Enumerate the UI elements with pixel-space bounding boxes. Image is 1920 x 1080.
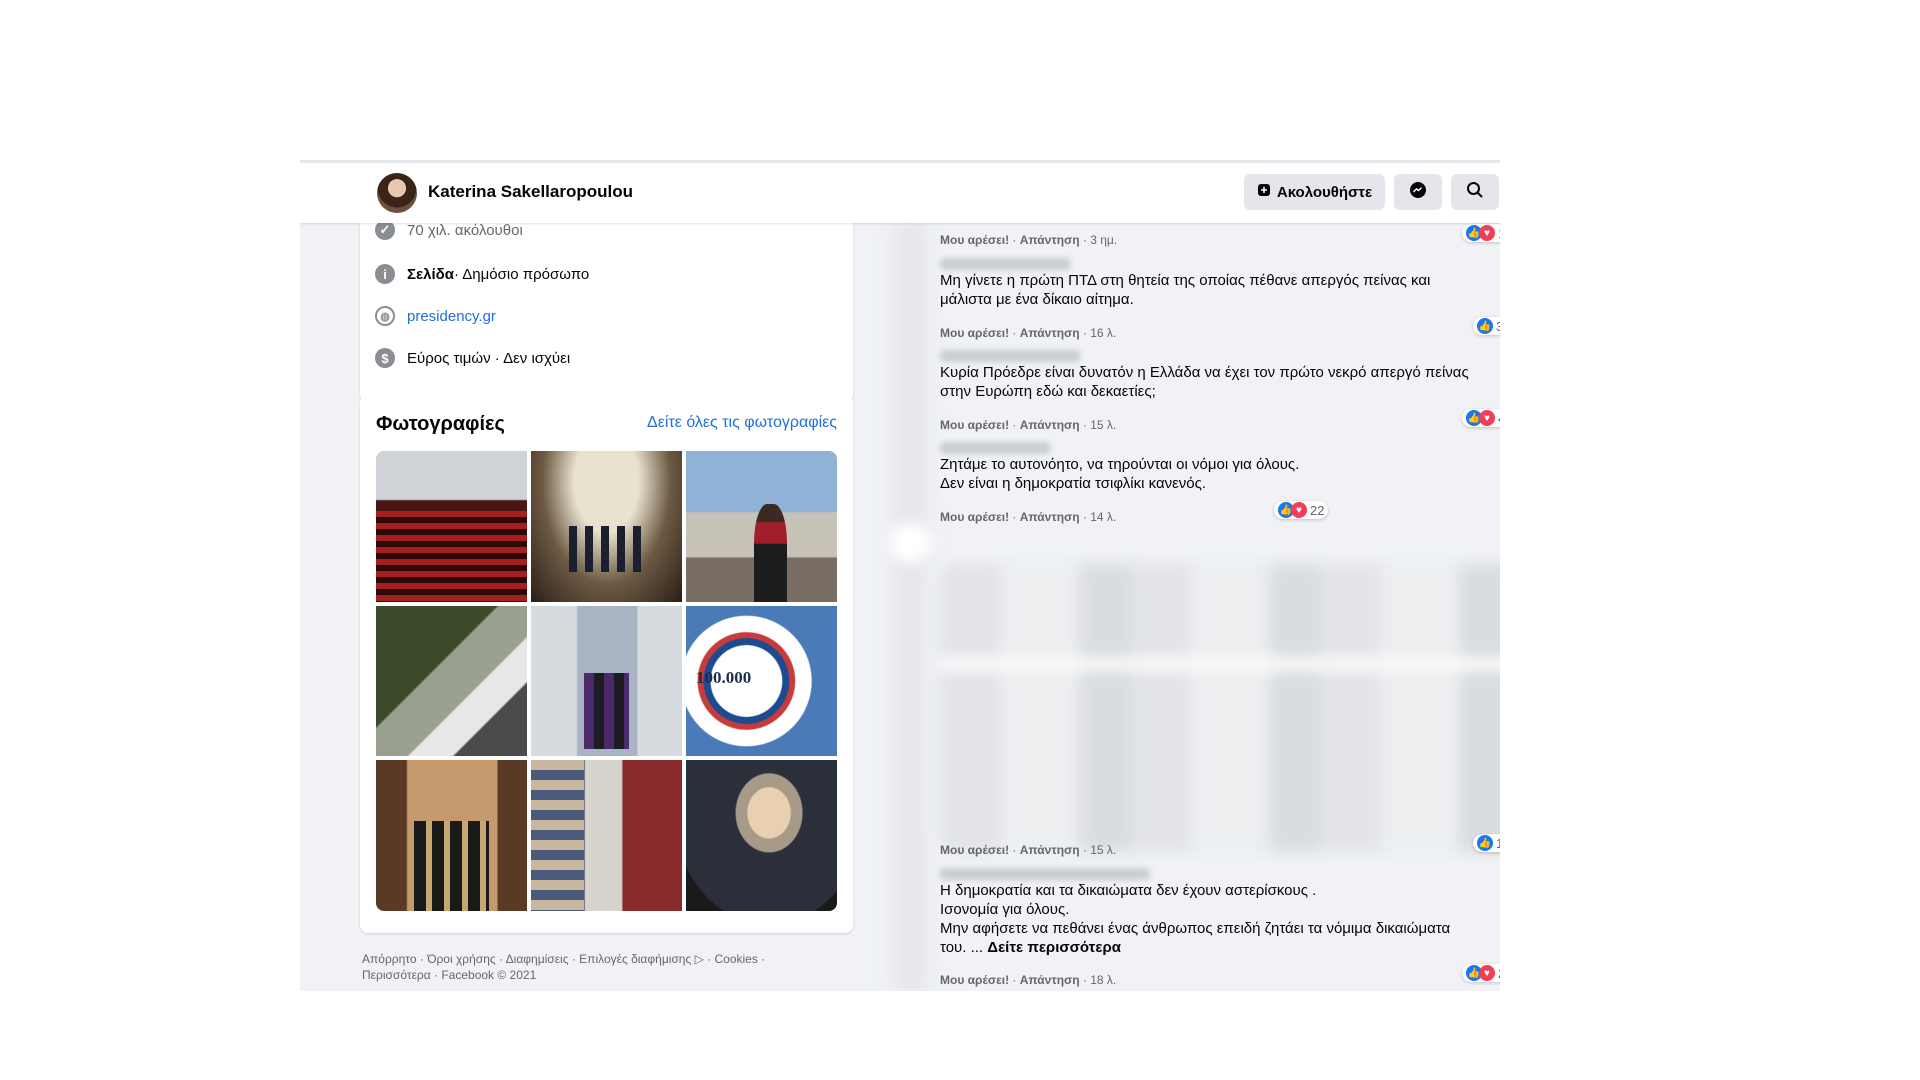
category-row: i Σελίδα · Δημόσιο πρόσωπο [375,264,589,284]
like-reaction-icon: 👍 [1477,318,1493,334]
reaction-count[interactable]: 👍♥46 [1462,409,1500,427]
comment-bubble: Μη γίνετε η πρώτη ΠΤΔ στη θητεία της οπο… [940,253,1500,315]
blurred-feed-edge [880,223,940,991]
search-button[interactable] [1451,174,1499,210]
like-link[interactable]: Μου αρέσει! [940,233,1009,247]
comment-actions: Μου αρέσει! · Απάντηση · 16 λ. [940,326,1117,340]
follow-button[interactable]: Ακολουθήστε [1244,174,1385,210]
dollar-icon: $ [375,348,395,368]
comment-author[interactable] [940,349,1488,363]
comment-actions: Μου αρέσει! · Απάντηση · 14 λ. [940,510,1117,524]
reaction-count[interactable]: 👍11 [1473,834,1500,852]
like-link[interactable]: Μου αρέσει! [940,418,1009,432]
follow-icon [1257,183,1271,201]
see-more-link[interactable]: Δείτε περισσότερα [987,939,1121,956]
globe-icon: ◍ [375,306,395,326]
comment-text: Η δημοκρατία και τα δικαιώματα δεν έχουν… [940,882,1451,956]
comment-author[interactable] [940,867,1488,881]
photo-thumbnail[interactable] [686,760,837,911]
comment-actions: Μου αρέσει! · Απάντηση · 15 λ. [940,843,1117,857]
reply-link[interactable]: Απάντηση [1020,510,1080,524]
reaction-count[interactable]: 👍♥15 [1462,224,1500,242]
page-avatar[interactable] [377,173,417,213]
messenger-button[interactable] [1394,174,1442,210]
reply-link[interactable]: Απάντηση [1020,418,1080,432]
followers-text: 70 χιλ. ακόλουθοι [407,221,523,239]
info-icon: i [375,264,395,284]
comment-text: Ζητάμε το αυτονόητο, να τηρούνται οι νόμ… [940,456,1300,492]
category-value: · Δημόσιο πρόσωπο [453,265,590,283]
reaction-count[interactable]: 👍 ♥ 22 [1274,501,1329,519]
comment-bubble: Η δημοκρατία και τα δικαιώματα δεν έχουν… [940,863,1500,963]
photo-thumbnail[interactable] [376,605,527,757]
comment-text: Μη γίνετε η πρώτη ΠΤΔ στη θητεία της οπο… [940,272,1431,308]
reply-link[interactable]: Απάντηση [1020,233,1080,247]
blurred-comment [940,563,1500,853]
reaction-count[interactable]: 👍31 [1473,317,1500,335]
comment-author[interactable] [940,441,1317,455]
like-link[interactable]: Μου αρέσει! [940,843,1009,857]
comments-section: Μου αρέσει! · Απάντηση · 3 ημ. 👍♥15 Μη γ… [940,223,1500,991]
photo-thumbnail[interactable] [376,451,527,602]
comment-time: 14 λ. [1090,510,1117,524]
love-reaction-icon: ♥ [1291,502,1307,518]
comment-bubble: Ζητάμε το αυτονόητο, να τηρούνται οι νόμ… [940,437,1329,499]
followers-icon: ✓ [375,220,395,240]
photo-grid: 100.000 [376,451,837,911]
like-link[interactable]: Μου αρέσει! [940,326,1009,340]
comment-actions: Μου αρέσει! · Απάντηση · 15 λ. [940,418,1117,432]
intro-card: ✓ 70 χιλ. ακόλουθοι i Σελίδα · Δημόσιο π… [360,203,853,403]
like-link[interactable]: Μου αρέσει! [940,973,1009,987]
messenger-icon [1409,181,1427,203]
website-link[interactable]: presidency.gr [407,308,496,325]
comment-actions: Μου αρέσει! · Απάντηση · 3 ημ. [940,233,1118,247]
website-row: ◍ presidency.gr [375,306,496,326]
comment-time: 15 λ. [1090,418,1117,432]
comment-text: Κυρία Πρόεδρε είναι δυνατόν η Ελλάδα να … [940,364,1469,400]
like-reaction-icon: 👍 [1477,835,1493,851]
reply-link[interactable]: Απάντηση [1020,326,1080,340]
photo-thumbnail[interactable] [531,760,682,911]
followers-row: ✓ 70 χιλ. ακόλουθοι [375,220,523,240]
comment-time: 15 λ. [1090,843,1117,857]
reply-link[interactable]: Απάντηση [1020,973,1080,987]
reaction-count[interactable]: 👍♥26 [1462,964,1500,982]
comment-bubble: Κυρία Πρόεδρε είναι δυνατόν η Ελλάδα να … [940,345,1500,407]
comment-time: 16 λ. [1090,326,1117,340]
love-reaction-icon: ♥ [1479,225,1495,241]
page-header: Katerina Sakellaropoulou Ακολουθήστε [300,163,1500,223]
love-reaction-icon: ♥ [1479,965,1495,981]
photo-thumbnail[interactable] [531,451,682,602]
photo-thumbnail[interactable] [531,605,682,757]
photo-thumbnail[interactable] [686,451,837,602]
photo-badge-text: 100.000 [696,667,752,687]
facebook-page-window: Katerina Sakellaropoulou Ακολουθήστε ✓ 7… [300,160,1500,991]
page-name[interactable]: Katerina Sakellaropoulou [428,182,633,202]
photos-card: Φωτογραφίες Δείτε όλες τις φωτογραφίες 1… [360,395,853,933]
follow-label: Ακολουθήστε [1276,183,1373,201]
see-all-photos-link[interactable]: Δείτε όλες τις φωτογραφίες [647,414,837,432]
comment-author[interactable] [940,257,1488,271]
price-range: Εύρος τιμών · Δεν ισχύει [407,349,571,367]
photos-title: Φωτογραφίες [376,413,505,435]
category-label: Σελίδα [407,265,454,283]
comment-actions: Μου αρέσει! · Απάντηση · 18 λ. [940,973,1117,987]
like-link[interactable]: Μου αρέσει! [940,510,1009,524]
love-reaction-icon: ♥ [1479,410,1495,426]
photo-thumbnail[interactable] [376,760,527,911]
comment-time: 18 λ. [1090,973,1117,987]
reply-link[interactable]: Απάντηση [1020,843,1080,857]
comment-time: 3 ημ. [1090,233,1118,247]
photo-thumbnail[interactable]: 100.000 [686,605,837,757]
footer-links[interactable]: Απόρρητο · Όροι χρήσης · Διαφημίσεις · Ε… [362,951,822,983]
price-row: $ Εύρος τιμών · Δεν ισχύει [375,348,570,368]
search-icon [1466,181,1484,203]
